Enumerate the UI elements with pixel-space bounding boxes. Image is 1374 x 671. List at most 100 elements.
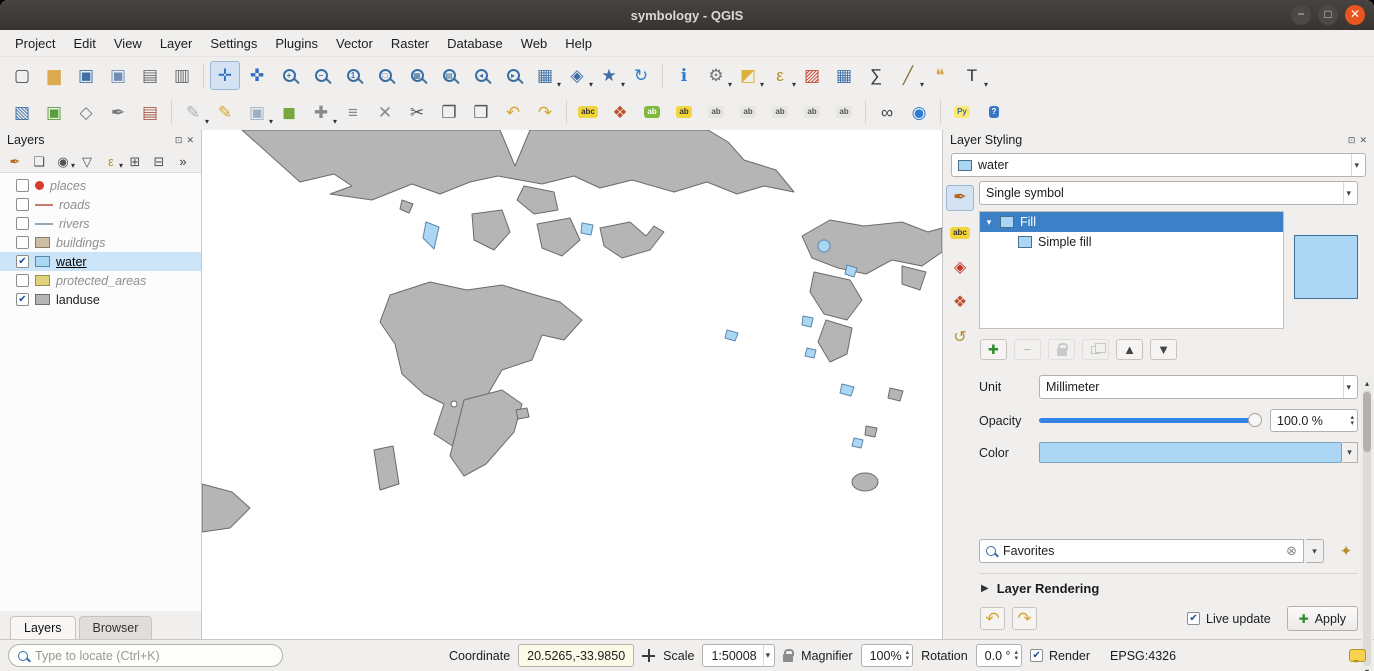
- dropdown-arrow-icon[interactable]: ▾: [920, 80, 924, 89]
- layer-visibility-checkbox[interactable]: ✔: [16, 255, 29, 268]
- toolbar-overflow-button[interactable]: »: [172, 151, 194, 171]
- refresh-map-button[interactable]: ↻: [626, 61, 656, 90]
- duplicate-symbol-layer-button[interactable]: [1082, 339, 1109, 360]
- layer-visibility-checkbox[interactable]: [16, 217, 29, 230]
- add-group-button[interactable]: ❏: [28, 151, 50, 171]
- layer-visibility-checkbox[interactable]: [16, 198, 29, 211]
- add-polygon-feature-button[interactable]: ◼: [274, 98, 304, 127]
- menu-layer[interactable]: Layer: [151, 32, 202, 55]
- menu-plugins[interactable]: Plugins: [266, 32, 327, 55]
- lock-scale-icon[interactable]: [783, 649, 795, 662]
- measure-button[interactable]: ╱ ▾: [893, 61, 924, 90]
- scrollbar-track[interactable]: [1363, 390, 1371, 666]
- symbol-node-simple-fill[interactable]: Simple fill: [980, 232, 1283, 252]
- save-layer-edits-button[interactable]: ▣ ▾: [242, 98, 273, 127]
- zoom-last-button[interactable]: ◂: [466, 61, 496, 90]
- spinner-arrows[interactable]: ▴ ▾: [1350, 414, 1354, 427]
- metasearch-button[interactable]: ◉: [904, 98, 934, 127]
- locate-input[interactable]: Type to locate (Ctrl+K): [8, 644, 283, 667]
- style-redo-button[interactable]: ↷: [1012, 607, 1037, 630]
- layer-item-protected_areas[interactable]: protected_areas: [0, 271, 201, 290]
- opacity-slider-handle[interactable]: [1248, 413, 1262, 427]
- scroll-down-icon[interactable]: ▾: [1365, 666, 1369, 671]
- change-label-button[interactable]: ab: [669, 98, 699, 127]
- remove-symbol-layer-button[interactable]: −: [1014, 339, 1041, 360]
- manage-map-themes-button[interactable]: ◉ ▾: [52, 151, 75, 171]
- close-button[interactable]: ✕: [1345, 5, 1365, 25]
- zoom-native-button[interactable]: 1: [338, 61, 368, 90]
- checkbox-icon[interactable]: ✔: [1030, 649, 1044, 662]
- style-search-input[interactable]: Favorites ⊗: [979, 539, 1304, 563]
- menu-raster[interactable]: Raster: [382, 32, 438, 55]
- show-hide-labels-button[interactable]: ab: [733, 98, 763, 127]
- dropdown-arrow-icon[interactable]: ▾: [621, 80, 625, 89]
- favorites-dropdown-arrow[interactable]: ▾: [1306, 539, 1324, 563]
- live-update-checkbox[interactable]: ✔ Live update: [1187, 612, 1271, 626]
- map-canvas[interactable]: [202, 130, 942, 639]
- show-bookmarks-button[interactable]: ★ ▾: [594, 61, 625, 90]
- layer-item-buildings[interactable]: buildings: [0, 233, 201, 252]
- dropdown-arrow-icon[interactable]: ▾: [333, 117, 337, 126]
- style-manager-button[interactable]: ✦: [1334, 539, 1358, 563]
- layer-labeling-button[interactable]: abc: [573, 98, 603, 127]
- new-geopackage-layer-button[interactable]: ▣: [39, 98, 69, 127]
- menu-settings[interactable]: Settings: [201, 32, 266, 55]
- nominatim-search-button[interactable]: ∞: [872, 98, 902, 127]
- lock-symbol-layer-button[interactable]: [1048, 339, 1075, 360]
- clear-search-icon[interactable]: ⊗: [1286, 543, 1297, 559]
- expand-all-button[interactable]: ⊞: [124, 151, 146, 171]
- run-feature-action-button[interactable]: ⚙ ▾: [701, 61, 732, 90]
- layer-item-rivers[interactable]: rivers: [0, 214, 201, 233]
- move-symbol-up-button[interactable]: ▲: [1116, 339, 1143, 360]
- layer-visibility-checkbox[interactable]: [16, 236, 29, 249]
- delete-selected-button[interactable]: ✕: [370, 98, 400, 127]
- layer-item-roads[interactable]: roads: [0, 195, 201, 214]
- dropdown-arrow-icon[interactable]: ▾: [269, 117, 273, 126]
- coordinate-input[interactable]: 20.5265,-33.9850: [518, 644, 635, 667]
- select-features-button[interactable]: ◩ ▾: [733, 61, 764, 90]
- new-print-layout-button[interactable]: ▤: [135, 61, 165, 90]
- maximize-button[interactable]: □: [1318, 5, 1338, 25]
- apply-button[interactable]: ✚ Apply: [1286, 606, 1358, 631]
- layer-visibility-checkbox[interactable]: [16, 179, 29, 192]
- rotate-label-button[interactable]: ab: [797, 98, 827, 127]
- style-undo-button[interactable]: ↶: [980, 607, 1005, 630]
- menu-vector[interactable]: Vector: [327, 32, 382, 55]
- spinner-arrows[interactable]: ▴ ▾: [1015, 649, 1019, 662]
- pin-unpin-labels-button[interactable]: ab: [701, 98, 731, 127]
- scroll-up-icon[interactable]: ▴: [1365, 378, 1369, 390]
- data-source-manager-button[interactable]: ▧: [7, 98, 37, 127]
- add-symbol-layer-button[interactable]: ✚: [980, 339, 1007, 360]
- dropdown-arrow-icon[interactable]: ▾: [557, 80, 561, 89]
- menu-view[interactable]: View: [105, 32, 151, 55]
- rotation-spinbox[interactable]: 0.0 ° ▴ ▾: [975, 644, 1023, 667]
- tab-browser[interactable]: Browser: [78, 616, 153, 639]
- text-annotation-button[interactable]: T ▾: [957, 61, 988, 90]
- collapse-all-button[interactable]: ⊟: [148, 151, 170, 171]
- cut-features-button[interactable]: ✂: [402, 98, 432, 127]
- checkbox-icon[interactable]: ✔: [1187, 612, 1201, 625]
- new-project-button[interactable]: ▢: [7, 61, 37, 90]
- dropdown-arrow-icon[interactable]: ▾: [984, 80, 988, 89]
- chevron-down-icon[interactable]: ▾: [1343, 376, 1353, 398]
- zoom-out-button[interactable]: −: [306, 61, 336, 90]
- show-layout-manager-button[interactable]: ▥: [167, 61, 197, 90]
- color-button[interactable]: [1039, 442, 1342, 463]
- redo-button[interactable]: ↷: [530, 98, 560, 127]
- filter-legend-button[interactable]: ▽: [76, 151, 98, 171]
- menu-project[interactable]: Project: [6, 32, 64, 55]
- layer-item-water[interactable]: ✔ water: [0, 252, 201, 271]
- magnifier-spinbox[interactable]: 100% ▴ ▾: [860, 644, 914, 667]
- styling-scrollbar[interactable]: ▴ ▾: [1361, 378, 1373, 671]
- messages-icon[interactable]: [1349, 649, 1366, 663]
- chevron-down-icon[interactable]: ▾: [762, 645, 773, 666]
- color-dropdown-arrow[interactable]: ▾: [1342, 442, 1358, 463]
- chevron-down-icon[interactable]: ▾: [1343, 182, 1353, 204]
- scrollbar-thumb[interactable]: [1363, 392, 1371, 452]
- change-label-properties-button[interactable]: ab: [829, 98, 859, 127]
- zoom-to-selection-button[interactable]: ▦: [402, 61, 432, 90]
- tree-expander-icon[interactable]: ▾: [984, 217, 994, 228]
- dropdown-arrow-icon[interactable]: ▾: [71, 161, 75, 170]
- dropdown-arrow-icon[interactable]: ▾: [589, 80, 593, 89]
- collapse-arrow-icon[interactable]: ▶: [981, 583, 989, 594]
